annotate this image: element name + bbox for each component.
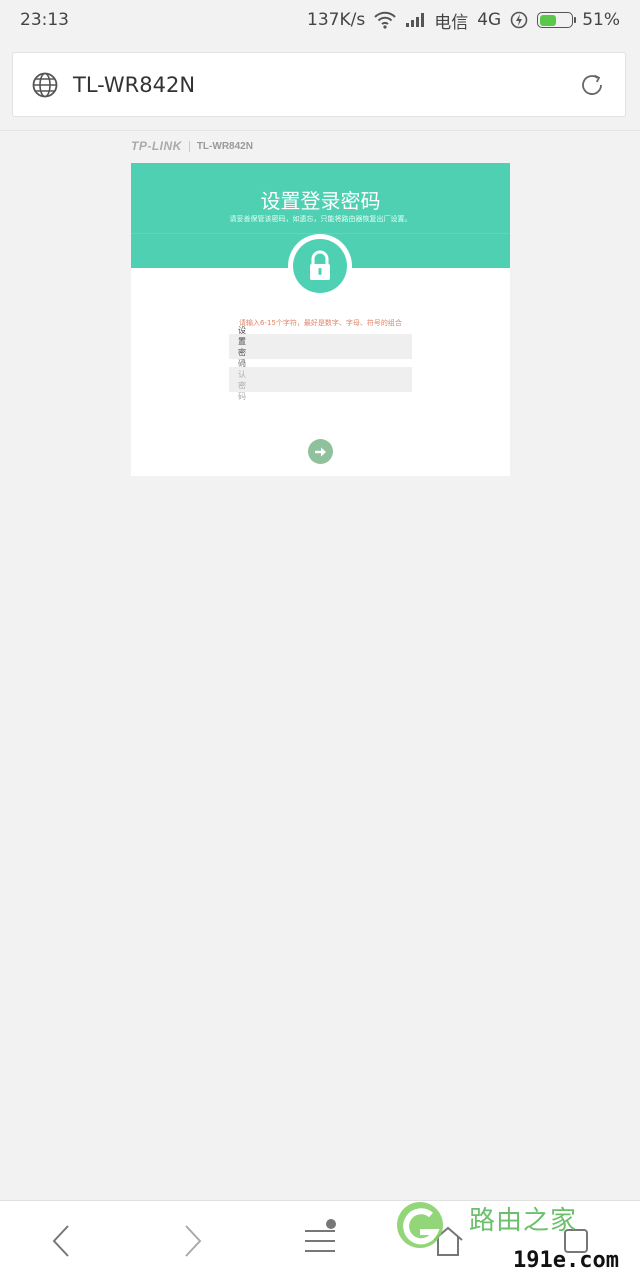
router-model: TL-WR842N bbox=[196, 140, 253, 152]
network-speed: 137K/s bbox=[307, 10, 366, 30]
chevron-right-icon bbox=[185, 1225, 202, 1257]
charging-icon bbox=[510, 11, 528, 29]
url-title[interactable]: TL-WR842N bbox=[73, 73, 577, 97]
globe-icon bbox=[32, 72, 58, 97]
confirm-label: 确认密码 bbox=[238, 358, 246, 401]
password-card: 设置登录密码 请妥善保管该密码，如遗忘，只能将路由器恢复出厂设置。 请输入6-1… bbox=[131, 163, 510, 476]
chevron-left-icon bbox=[52, 1225, 69, 1257]
tplink-logo: TP-LINK bbox=[131, 139, 182, 153]
next-button[interactable] bbox=[308, 439, 333, 464]
password-input[interactable] bbox=[246, 334, 423, 359]
status-indicators: 137K/s 电信 4G 51% bbox=[307, 8, 620, 33]
notification-dot bbox=[326, 1219, 336, 1229]
wifi-icon bbox=[374, 11, 396, 29]
status-time: 23:13 bbox=[20, 10, 69, 30]
arrow-right-icon bbox=[314, 447, 326, 456]
page-divider bbox=[0, 130, 640, 131]
site-watermark: 路由之家 191e.com bbox=[395, 1200, 640, 1280]
refresh-icon[interactable] bbox=[577, 70, 607, 100]
battery-fill bbox=[539, 14, 556, 26]
router-brand: TP-LINK TL-WR842N bbox=[131, 139, 253, 153]
password-hint: 请输入6-15个字符，最好是数字、字母、符号的组合 bbox=[239, 319, 402, 327]
watermark-logo-icon bbox=[397, 1202, 443, 1248]
confirm-input[interactable] bbox=[246, 367, 423, 392]
battery-icon bbox=[537, 12, 577, 28]
forward-button[interactable] bbox=[172, 1221, 212, 1261]
carrier-name: 电信 bbox=[434, 12, 469, 33]
address-bar[interactable]: TL-WR842N bbox=[12, 52, 626, 117]
page-title: 设置登录密码 bbox=[260, 189, 381, 213]
password-field[interactable]: 设置密码 bbox=[229, 326, 423, 368]
brand-divider bbox=[188, 140, 190, 152]
battery-percent: 51% bbox=[582, 10, 620, 30]
page-subtitle: 请妥善保管该密码，如遗忘，只能将路由器恢复出厂设置。 bbox=[229, 215, 412, 223]
lock-circle bbox=[293, 239, 347, 293]
lock-badge bbox=[288, 234, 352, 298]
back-button[interactable] bbox=[42, 1221, 82, 1261]
confirm-field[interactable]: 确认密码 bbox=[229, 359, 423, 401]
watermark-text-cn: 路由之家 bbox=[469, 1206, 578, 1236]
menu-button[interactable] bbox=[300, 1219, 340, 1261]
watermark-text-domain: 191e.com bbox=[513, 1248, 619, 1273]
signal-icon bbox=[406, 13, 425, 27]
lock-icon bbox=[310, 250, 330, 280]
network-type: 4G bbox=[477, 10, 502, 30]
status-bar: 23:13 137K/s 电信 4G 51% bbox=[0, 0, 640, 40]
menu-icon bbox=[305, 1230, 335, 1252]
